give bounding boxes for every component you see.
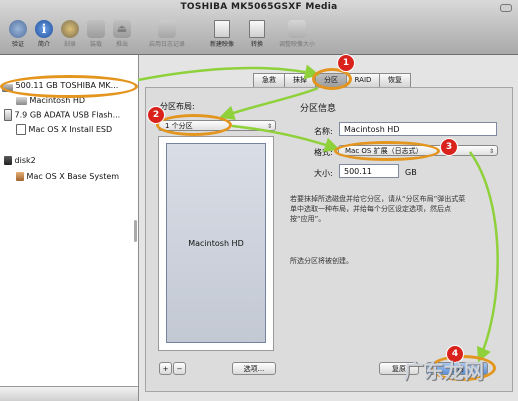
volume-icon — [16, 96, 27, 105]
sidebar-item-base-system[interactable]: Mac OS X Base System — [16, 171, 119, 183]
partition-help-text: 若要抹掉所选磁盘并给它分区，请从“分区布局”弹出式菜 单中选取一种布局，并给每个… — [290, 194, 465, 224]
toolbar-convert-button[interactable]: 转换 — [240, 20, 274, 48]
partition-block-macintosh-hd[interactable]: Macintosh HD — [166, 143, 266, 343]
toolbar-resize-image-button[interactable]: 调整映像大小 — [272, 20, 322, 48]
popup-arrows-icon: ⇕ — [266, 123, 272, 130]
usb-disk-icon — [4, 109, 12, 121]
title-toolbar: TOSHIBA MK5065GSXF Media 验证 i 简介 刻录 装载 ⏏… — [0, 0, 518, 55]
partition-layout-value: 1 个分区 — [165, 122, 193, 130]
tab-raid[interactable]: RAID — [346, 73, 380, 88]
name-label: 名称: — [314, 127, 333, 136]
burn-icon — [61, 20, 79, 38]
step-badge-3: 3 — [440, 138, 458, 156]
sidebar-item-label: Mac OS X Base System — [26, 172, 120, 181]
window-title: TOSHIBA MK5065GSXF Media — [180, 2, 338, 12]
tab-partition[interactable]: 分区 — [315, 73, 347, 88]
info-icon: i — [35, 20, 53, 38]
mount-icon — [87, 20, 105, 38]
help-line: 按“应用”。 — [290, 215, 326, 223]
remove-partition-button[interactable]: − — [173, 362, 186, 375]
partition-layout-map: Macintosh HD — [158, 136, 274, 351]
help-line: 单中选取一种布局，并给每个分区设定选项，然后点 — [290, 205, 451, 213]
journal-icon — [158, 20, 176, 38]
resize-image-icon — [288, 20, 306, 38]
partition-size-field[interactable]: 500.11 — [339, 164, 399, 178]
sidebar-item-usb-disk[interactable]: 7.9 GB ADATA USB Flash... — [4, 109, 120, 121]
format-value: Mac OS 扩展（日志式） — [345, 147, 423, 155]
sidebar-item-macintosh-hd[interactable]: Macintosh HD — [16, 95, 85, 107]
format-popup[interactable]: Mac OS 扩展（日志式） ⇕ — [338, 145, 498, 156]
toolbar-eject-button[interactable]: ⏏ 推出 — [105, 20, 139, 48]
size-unit: GB — [405, 168, 417, 177]
size-label: 大小: — [314, 169, 333, 178]
verify-icon — [9, 20, 27, 38]
help-line: 若要抹掉所选磁盘并给它分区，请从“分区布局”弹出式菜 — [290, 195, 466, 203]
sidebar-scrollbar[interactable] — [134, 220, 137, 242]
volume-icon — [16, 172, 24, 181]
disk-sidebar: 500.11 GB TOSHIBA MK... Macintosh HD 7.9… — [0, 55, 139, 401]
step-badge-2: 2 — [147, 106, 165, 124]
new-image-icon — [214, 20, 230, 38]
add-partition-button[interactable]: + — [159, 362, 172, 375]
tab-first-aid[interactable]: 急救 — [253, 73, 285, 88]
toolbar-toggle-button[interactable] — [500, 4, 512, 12]
toolbar-new-image-button[interactable]: 新建映像 — [202, 20, 242, 48]
format-label: 格式: — [314, 148, 333, 157]
tab-erase[interactable]: 抹掉 — [284, 73, 316, 88]
volume-icon — [16, 124, 26, 135]
options-button[interactable]: 选项... — [232, 362, 276, 375]
site-watermark: 广东龙网 — [404, 359, 484, 383]
partition-layout-popup[interactable]: 1 个分区 ⇕ — [158, 120, 276, 131]
disk-utility-window: TOSHIBA MK5065GSXF Media 验证 i 简介 刻录 装载 ⏏… — [0, 0, 518, 401]
sidebar-bottom-bar — [0, 386, 138, 401]
sidebar-item-label: 7.9 GB ADATA USB Flash... — [14, 110, 121, 120]
sidebar-item-label: 500.11 GB TOSHIBA MK... — [15, 81, 119, 90]
sidebar-item-label: Mac OS X Install ESD — [28, 125, 113, 134]
sidebar-item-toshiba-disk[interactable]: 500.11 GB TOSHIBA MK... — [2, 80, 118, 92]
partition-info-heading: 分区信息 — [300, 104, 337, 114]
sidebar-item-label: Macintosh HD — [29, 96, 86, 105]
partition-layout-label: 分区布局: — [160, 102, 195, 111]
tab-restore[interactable]: 恢复 — [379, 73, 411, 88]
disk-image-icon — [4, 156, 12, 165]
eject-icon: ⏏ — [113, 20, 131, 38]
convert-icon — [249, 20, 265, 38]
sidebar-item-disk2[interactable]: disk2 — [4, 155, 36, 167]
hard-disk-icon — [2, 83, 13, 92]
step-badge-1: 1 — [337, 54, 355, 72]
partition-name-field[interactable]: Macintosh HD — [339, 122, 497, 136]
popup-arrows-icon: ⇕ — [488, 148, 494, 155]
sidebar-item-label: disk2 — [14, 156, 36, 165]
sidebar-item-install-esd[interactable]: Mac OS X Install ESD — [16, 124, 112, 136]
partition-status-text: 所选分区将被创建。 — [290, 257, 353, 265]
toolbar-journal-button[interactable]: 启用日志记录 — [143, 20, 191, 48]
